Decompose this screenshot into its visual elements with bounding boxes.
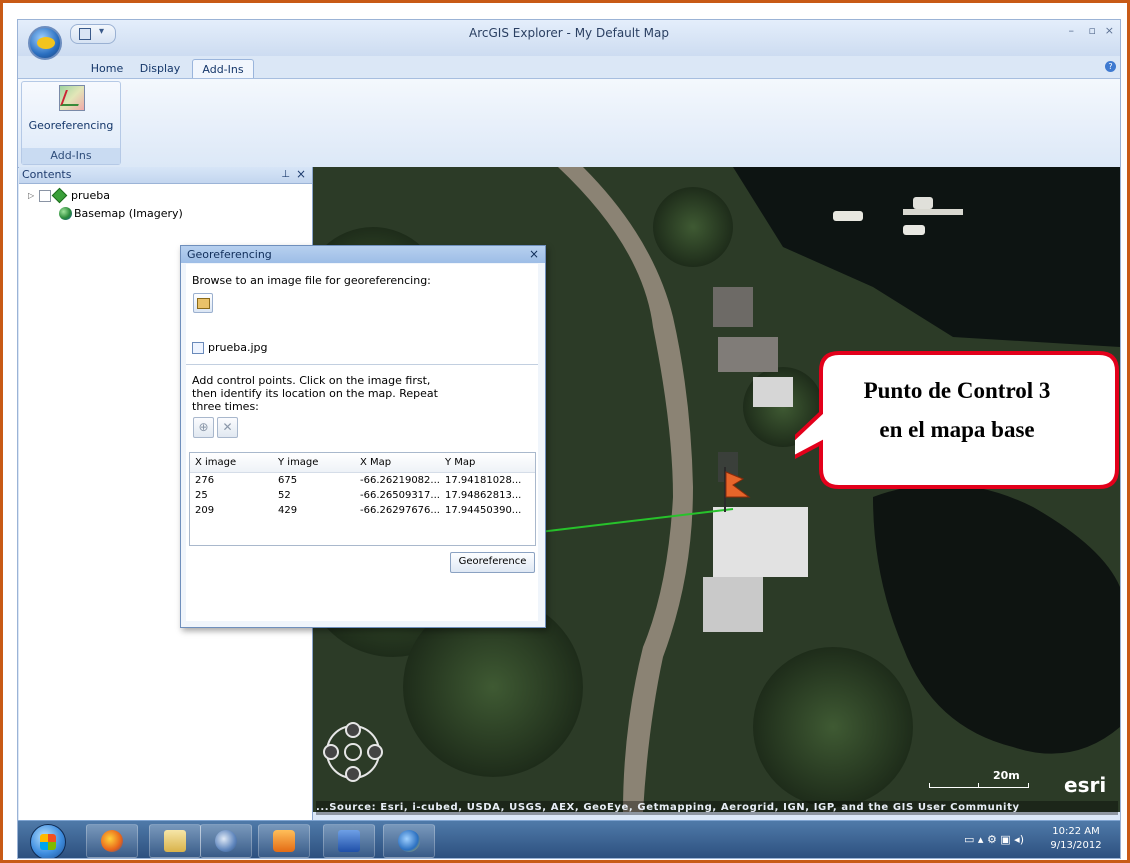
map-attribution: ...Source: Esri, i-cubed, USDA, USGS, AE… bbox=[316, 801, 1118, 815]
instructions-line-3: three times: bbox=[192, 400, 259, 413]
group-label: Add-Ins bbox=[22, 148, 120, 164]
mail-icon bbox=[215, 830, 237, 852]
add-control-point-icon[interactable]: ⊕ bbox=[193, 417, 214, 438]
table-header: X image Y image X Map Y Map bbox=[190, 453, 535, 473]
image-file-name: prueba.jpg bbox=[208, 341, 268, 354]
instructions-line-2: then identify its location on the map. R… bbox=[192, 387, 438, 400]
taskbar-media[interactable] bbox=[258, 824, 310, 858]
cell-x-image: 209 bbox=[195, 505, 215, 516]
cell-y-map: 17.94181028... bbox=[445, 475, 522, 486]
layer-item-basemap[interactable]: Basemap (Imagery) bbox=[59, 207, 259, 220]
cell-y-image: 52 bbox=[278, 490, 291, 501]
ribbon-tabs: Home Display Add-Ins bbox=[18, 56, 1120, 79]
georeferencing-title-bar[interactable]: Georeferencing × bbox=[181, 246, 545, 263]
cell-x-map: -66.26509317... bbox=[360, 490, 440, 501]
cell-x-map: -66.26219082... bbox=[360, 475, 440, 486]
close-dialog-icon[interactable]: × bbox=[529, 246, 539, 263]
cell-y-map: 17.94862813... bbox=[445, 490, 522, 501]
expand-icon[interactable]: ▷ bbox=[28, 191, 34, 200]
layer-item-prueba[interactable]: ▷ prueba bbox=[28, 187, 228, 204]
contents-header: Contents ⊥ × bbox=[19, 167, 312, 184]
georeferencing-body: Browse to an image file for georeferenci… bbox=[186, 264, 538, 621]
scale-bar bbox=[929, 783, 1029, 788]
cell-x-map: -66.26297676... bbox=[360, 505, 440, 516]
georeferencing-button-label: Georeferencing bbox=[28, 119, 114, 132]
image-checkbox[interactable] bbox=[192, 342, 204, 354]
folder-icon bbox=[164, 830, 186, 852]
control-points-table: X image Y image X Map Y Map 276 675 -66.… bbox=[189, 452, 536, 546]
media-player-icon bbox=[273, 830, 295, 852]
clock-time: 10:22 AM bbox=[1052, 826, 1100, 837]
layer-label: prueba bbox=[71, 189, 110, 202]
georeferencing-title: Georeferencing bbox=[187, 248, 272, 261]
pin-icon[interactable]: ⊥ bbox=[281, 167, 290, 183]
taskbar-clock[interactable]: 10:22 AM 9/13/2012 bbox=[1046, 825, 1106, 853]
cell-x-image: 276 bbox=[195, 475, 215, 486]
arcgis-icon bbox=[398, 830, 420, 852]
windows-taskbar: ▭ ▴ ⚙ ▣ ◂) 10:22 AM 9/13/2012 bbox=[18, 820, 1120, 858]
title-bar: ▾ ArcGIS Explorer - My Default Map – ▫ × bbox=[18, 20, 1120, 60]
tab-add-ins[interactable]: Add-Ins bbox=[192, 59, 254, 79]
scale-tick bbox=[978, 783, 979, 787]
taskbar-arcgis[interactable] bbox=[383, 824, 435, 858]
georeferencing-icon bbox=[59, 85, 85, 111]
table-row[interactable]: 209 429 -66.26297676... 17.94450390... bbox=[190, 505, 535, 519]
globe-icon bbox=[59, 207, 72, 220]
callout-text: Punto de Control 3 en el mapa base bbox=[807, 371, 1107, 449]
taskbar-word[interactable] bbox=[323, 824, 375, 858]
column-header: Y Map bbox=[445, 457, 476, 468]
column-header: Y image bbox=[278, 457, 319, 468]
layer-label: Basemap (Imagery) bbox=[74, 207, 183, 220]
help-icon[interactable]: ? bbox=[1105, 61, 1116, 72]
column-header: X Map bbox=[360, 457, 392, 468]
delete-control-point-icon[interactable]: ✕ bbox=[217, 417, 238, 438]
taskbar-explorer[interactable] bbox=[149, 824, 201, 858]
scale-label: 20m bbox=[993, 769, 1020, 782]
taskbar-firefox[interactable] bbox=[86, 824, 138, 858]
browse-instruction: Browse to an image file for georeferenci… bbox=[192, 274, 431, 287]
outer-frame: ▾ ArcGIS Explorer - My Default Map – ▫ ×… bbox=[0, 0, 1130, 863]
start-button[interactable] bbox=[30, 824, 66, 858]
add-ins-group: Georeferencing Add-Ins bbox=[21, 81, 121, 165]
contents-title: Contents bbox=[22, 168, 72, 181]
close-button[interactable]: × bbox=[1105, 24, 1114, 37]
cell-x-image: 25 bbox=[195, 490, 208, 501]
browse-image-button[interactable] bbox=[193, 293, 213, 313]
column-header: X image bbox=[195, 457, 237, 468]
callout-line-2: en el mapa base bbox=[879, 417, 1035, 442]
tab-home[interactable]: Home bbox=[88, 59, 126, 78]
table-row[interactable]: 25 52 -66.26509317... 17.94862813... bbox=[190, 490, 535, 504]
callout-line-1: Punto de Control 3 bbox=[863, 378, 1051, 403]
ribbon: Georeferencing Add-Ins bbox=[18, 78, 1120, 168]
layer-checkbox[interactable] bbox=[39, 190, 51, 202]
tray-icons[interactable]: ▭ ▴ ⚙ ▣ ◂) bbox=[964, 833, 1024, 846]
minimize-button[interactable]: – bbox=[1069, 24, 1075, 37]
cell-y-image: 429 bbox=[278, 505, 298, 516]
clock-date: 9/13/2012 bbox=[1050, 840, 1102, 851]
georeferencing-ribbon-button[interactable]: Georeferencing bbox=[22, 82, 120, 146]
georeference-button[interactable]: Georeference bbox=[450, 552, 535, 573]
table-row[interactable]: 276 675 -66.26219082... 17.94181028... bbox=[190, 475, 535, 489]
cell-y-map: 17.94450390... bbox=[445, 505, 522, 516]
tab-display[interactable]: Display bbox=[138, 59, 182, 78]
word-icon bbox=[338, 830, 360, 852]
divider bbox=[186, 364, 538, 365]
taskbar-thunderbird[interactable] bbox=[200, 824, 252, 858]
window-title: ArcGIS Explorer - My Default Map bbox=[469, 26, 669, 40]
restore-button[interactable]: ▫ bbox=[1089, 24, 1096, 37]
firefox-icon bbox=[101, 830, 123, 852]
cell-y-image: 675 bbox=[278, 475, 298, 486]
layer-diamond-icon bbox=[51, 187, 68, 204]
esri-logo: esri bbox=[1064, 773, 1107, 797]
georeferencing-window: Georeferencing × Browse to an image file… bbox=[180, 245, 546, 628]
instructions-line-1: Add control points. Click on the image f… bbox=[192, 374, 431, 387]
close-pane-icon[interactable]: × bbox=[296, 166, 306, 182]
